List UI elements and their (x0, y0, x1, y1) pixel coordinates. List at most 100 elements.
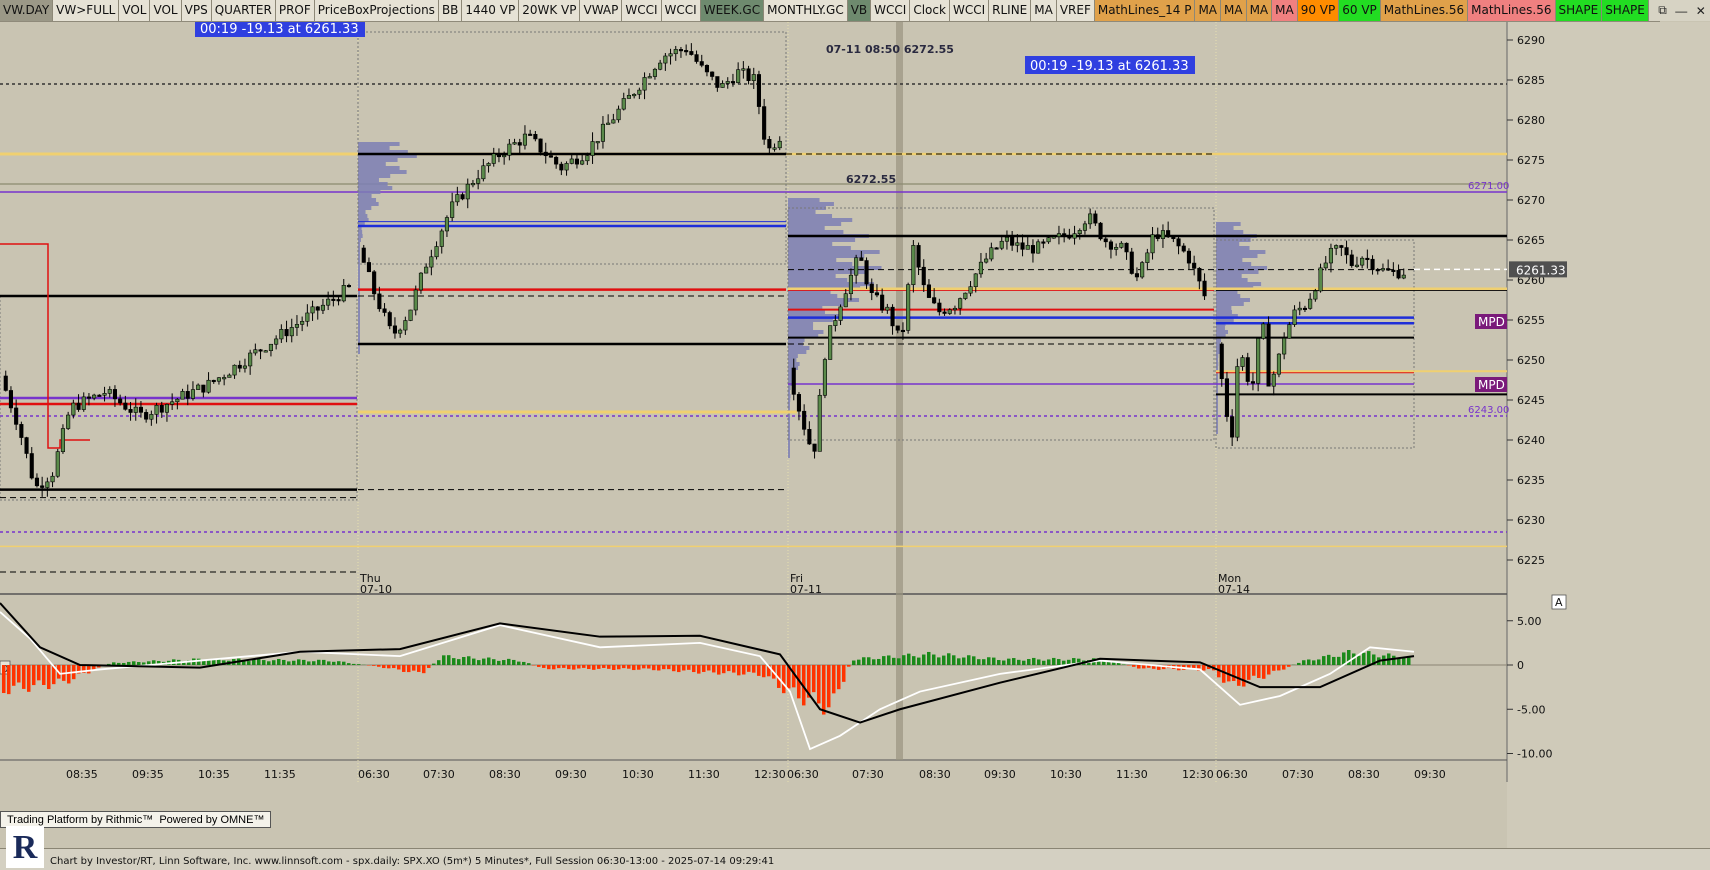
restore-icon[interactable]: ⧉ (1658, 3, 1667, 18)
osc-hist-bar (972, 656, 976, 665)
osc-hist-bar (252, 660, 256, 665)
toolbar-item-15[interactable]: MONTHLY.GC (764, 0, 848, 21)
time-tick-label-14: 09:30 (984, 768, 1016, 781)
candle-body-3-21 (1329, 248, 1333, 263)
toolbar-item-11[interactable]: VWAP (580, 0, 622, 21)
osc-hist-bar (822, 665, 826, 715)
osc-hist-bar (1222, 665, 1226, 683)
toolbar-item-4[interactable]: VPS (182, 0, 212, 21)
toolbar-item-31[interactable]: MathLines.56 (1468, 0, 1555, 21)
time-tick-label-18: 06:30 (1216, 768, 1248, 781)
osc-hist-bar (457, 659, 461, 665)
candle-body-3-25 (1350, 255, 1354, 266)
candle-body-3-27 (1360, 258, 1364, 265)
toolbar-item-14[interactable]: WEEK.GC (701, 0, 764, 21)
toolbar-item-13[interactable]: WCCI (662, 0, 701, 21)
toolbar-item-16[interactable]: VB (848, 0, 871, 21)
osc-hist-bar (902, 655, 906, 665)
candle-body-2-29 (943, 312, 947, 314)
osc-hist-bar (692, 665, 696, 672)
toolbar-item-8[interactable]: BB (439, 0, 462, 21)
volume-profile-mon (1216, 294, 1240, 298)
candle-body-2-65 (1130, 252, 1134, 274)
candle-body-0-17 (92, 395, 96, 398)
osc-hist-bar (137, 662, 141, 665)
candle-body-0-46 (243, 366, 247, 368)
toolbar-item-32[interactable]: SHAPE (1556, 0, 1603, 21)
minimize-icon[interactable]: — (1675, 4, 1687, 18)
candle-body-0-16 (87, 397, 91, 399)
osc-hist-bar (1007, 659, 1011, 665)
toolbar-item-10[interactable]: 20WK VP (519, 0, 580, 21)
toolbar-item-28[interactable]: 90 VP (1298, 0, 1340, 21)
osc-hist-bar (117, 663, 121, 665)
osc-hist-bar (1317, 659, 1321, 665)
candle-body-0-64 (337, 299, 341, 301)
toolbar-item-6[interactable]: PROF (276, 0, 315, 21)
toolbar-item-9[interactable]: 1440 VP (462, 0, 519, 21)
close-icon[interactable]: ✕ (1696, 4, 1706, 18)
day-date-0: 07-10 (360, 583, 392, 596)
candle-body-1-74 (747, 69, 751, 81)
osc-hist-bar (12, 665, 16, 686)
candle-body-1-7 (398, 330, 402, 333)
toolbar-item-26[interactable]: MA (1247, 0, 1273, 21)
candle-body-1-20 (466, 184, 470, 199)
toolbar-item-2[interactable]: VOL (119, 0, 150, 21)
toolbar-item-7[interactable]: PriceBoxProjections (315, 0, 439, 21)
toolbar-item-33[interactable]: SHAPE (1602, 0, 1649, 21)
toolbar-item-0[interactable]: VW.DAY (0, 0, 53, 21)
volume-profile-thu (358, 194, 372, 198)
candle-body-1-61 (679, 49, 683, 51)
osc-hist-bar (412, 665, 416, 671)
volume-profile-thu (358, 174, 390, 178)
time-marker-band (896, 22, 903, 760)
toolbar-item-20[interactable]: RLINE (989, 0, 1031, 21)
toolbar-item-24[interactable]: MA (1195, 0, 1221, 21)
candle-body-0-61 (321, 305, 325, 310)
candle-body-3-30 (1376, 269, 1380, 271)
toolbar-item-3[interactable]: VOL (150, 0, 181, 21)
osc-hist-bar (342, 662, 346, 665)
candle-body-0-2 (14, 408, 18, 424)
toolbar-item-22[interactable]: VREF (1057, 0, 1095, 21)
toolbar-item-29[interactable]: 60 VP (1339, 0, 1381, 21)
candle-body-0-33 (176, 399, 180, 402)
toolbar-item-19[interactable]: WCCI (950, 0, 989, 21)
indicator-toolbar: VW.DAYVW>FULLVOLVOLVPSQUARTERPROFPriceBo… (0, 0, 1660, 22)
toolbar-item-30[interactable]: MathLines.56 (1381, 0, 1468, 21)
time-tick-label-7: 09:30 (555, 768, 587, 781)
toolbar-item-25[interactable]: MA (1221, 0, 1247, 21)
price-tick-label-11: 6280 (1517, 114, 1545, 127)
candle-body-0-58 (306, 313, 310, 321)
candle-body-2-52 (1062, 234, 1066, 236)
volume-profile-thu (358, 314, 360, 318)
candle-body-1-6 (393, 326, 397, 333)
candle-body-1-9 (409, 310, 413, 321)
candle-body-2-54 (1073, 234, 1077, 238)
toolbar-item-23[interactable]: MathLines_14 P (1095, 0, 1196, 21)
candle-body-0-59 (311, 307, 315, 313)
toolbar-item-21[interactable]: MA (1031, 0, 1057, 21)
osc-hist-bar (372, 665, 376, 666)
toolbar-item-27[interactable]: MA (1272, 0, 1298, 21)
osc-hist-bar (737, 665, 741, 675)
toolbar-item-5[interactable]: QUARTER (212, 0, 276, 21)
osc-hist-bar (32, 665, 36, 685)
volume-profile-thu (358, 234, 363, 238)
toolbar-item-1[interactable]: VW>FULL (53, 0, 119, 21)
toolbar-item-18[interactable]: Clock (910, 0, 950, 21)
candle-body-2-75 (1182, 246, 1186, 251)
price-tick-label-4: 6245 (1517, 394, 1545, 407)
candle-body-2-60 (1104, 239, 1108, 242)
candle-body-1-24 (487, 163, 491, 165)
volume-profile-mon (1216, 306, 1231, 310)
toolbar-item-12[interactable]: WCCI (622, 0, 661, 21)
osc-hist-bar (537, 665, 541, 667)
candle-body-2-68 (1146, 253, 1150, 263)
osc-hist-bar (832, 665, 836, 693)
volume-profile-fri (788, 358, 796, 362)
osc-hist-bar (642, 665, 646, 668)
volume-profile-thu (358, 298, 360, 302)
toolbar-item-17[interactable]: WCCI (871, 0, 910, 21)
